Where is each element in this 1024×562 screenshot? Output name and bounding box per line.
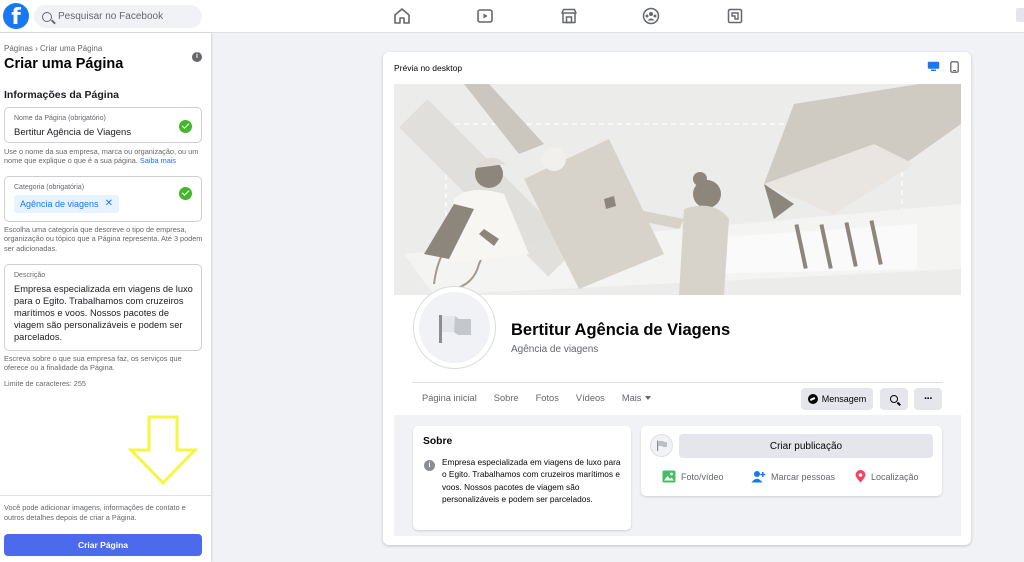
location-action[interactable]: Localização [855,470,919,483]
about-card: Sobre i Empresa especializada em viagens… [413,426,631,530]
photo-video-label: Foto/vídeo [681,471,724,482]
tab-more[interactable]: Mais [622,393,652,403]
info-icon: i [424,460,435,471]
about-text: Empresa especializada em viagens de luxo… [442,457,621,504]
marketplace-icon[interactable] [560,7,578,25]
learn-more-link[interactable]: Saiba mais [140,156,176,165]
tab-more-label: Mais [621,393,642,403]
category-chip-label: Agência de viagens [20,199,99,209]
flag-icon [656,440,667,451]
create-page-sidebar: Páginas › Criar uma Página Criar uma Pág… [0,33,211,562]
profile-placeholder [419,292,490,363]
divider [0,495,211,496]
preview-page-name: Bertitur Agência de Viagens [511,321,731,339]
info-icon[interactable]: i [192,52,202,62]
category-help: Escolha uma categoria que descreve o tip… [4,225,203,253]
tab-photos[interactable]: Fotos [536,393,559,403]
location-pin-icon [855,470,866,483]
down-arrow-annotation-icon [127,415,199,486]
breadcrumb[interactable]: Páginas › Criar uma Página [4,44,102,53]
remove-category-icon[interactable]: ✕ [105,199,113,209]
tab-videos[interactable]: Vídeos [576,393,605,403]
message-button[interactable]: Mensagem [801,388,873,410]
more-dots-icon: ··· [924,392,933,405]
create-page-button[interactable]: Criar Página [4,534,202,556]
facebook-logo[interactable]: f [3,3,29,29]
preview-title: Prévia no desktop [394,63,463,73]
tag-people-icon [751,471,766,483]
facebook-logo-letter: f [11,5,21,29]
create-post-button[interactable]: Criar publicação [679,434,933,458]
flag-icon [438,314,471,343]
more-options-button[interactable]: ··· [914,388,942,410]
divider [412,382,943,383]
description-label: Descrição [14,272,46,279]
home-icon[interactable] [393,7,411,25]
description-value[interactable]: Empresa especializada em viagens de luxo… [14,283,196,343]
description-help: Escreva sobre o que sua empresa faz, os … [4,354,182,373]
section-title: Informações da Página [4,89,119,101]
messenger-icon [807,394,818,404]
photo-icon [662,470,676,483]
create-post-card: Criar publicação Foto/vídeo Marcar pesso… [641,426,942,496]
search-icon [42,11,52,22]
account-menu-edge[interactable] [1016,8,1024,22]
location-label: Localização [871,471,919,482]
page-name-help: Use o nome da sua empresa, marca ou orga… [4,147,204,166]
mobile-icon[interactable] [950,61,959,73]
desktop-icon[interactable] [927,61,940,72]
tab-about[interactable]: Sobre [494,393,519,403]
avatar [650,434,673,457]
category-label: Categoria (obrigatória) [14,184,85,191]
preview-page-category: Agência de viagens [511,344,599,355]
search-input[interactable] [58,11,198,22]
category-chip: Agência de viagens ✕ [14,195,119,213]
category-field[interactable]: Categoria (obrigatória) Agência de viage… [4,176,202,222]
cover-illustration [394,84,961,295]
search-box[interactable] [34,5,202,28]
page-preview: Bertitur Agência de Viagens Agência de v… [394,84,961,536]
about-title: Sobre [423,436,453,447]
message-button-label: Mensagem [821,394,867,404]
character-limit: Limite de caracteres: 255 [4,379,86,388]
check-icon [179,187,192,200]
tab-home[interactable]: Página inicial [422,393,477,403]
desktop-preview-card: Prévia no desktop Bertitur Agência de Vi… [383,52,971,545]
page-name-value[interactable]: Bertitur Agência de Viagens [14,127,131,138]
cover-photo [394,84,961,295]
tag-people-action[interactable]: Marcar pessoas [751,470,835,483]
photo-video-action[interactable]: Foto/vídeo [662,470,724,483]
groups-icon[interactable] [642,7,660,25]
gaming-icon[interactable] [726,7,744,25]
device-toggle [927,61,959,73]
page-name-field[interactable]: Nome da Página (obrigatório) Bertitur Ag… [4,107,202,143]
top-bar: f [0,0,1024,33]
caret-down-icon [645,396,652,400]
search-page-button[interactable] [880,388,908,410]
search-icon [890,395,898,403]
watch-icon[interactable] [476,7,494,25]
page-title: Criar uma Página [4,56,124,72]
bottom-note: Você pode adicionar imagens, informações… [4,503,186,522]
check-icon [179,120,192,133]
page-tabs: Página inicial Sobre Fotos Vídeos Mais [422,393,668,403]
description-field[interactable]: Descrição Empresa especializada em viage… [4,264,202,351]
profile-picture [414,287,495,368]
tag-people-label: Marcar pessoas [771,471,836,482]
page-name-label: Nome da Página (obrigatório) [14,115,106,122]
